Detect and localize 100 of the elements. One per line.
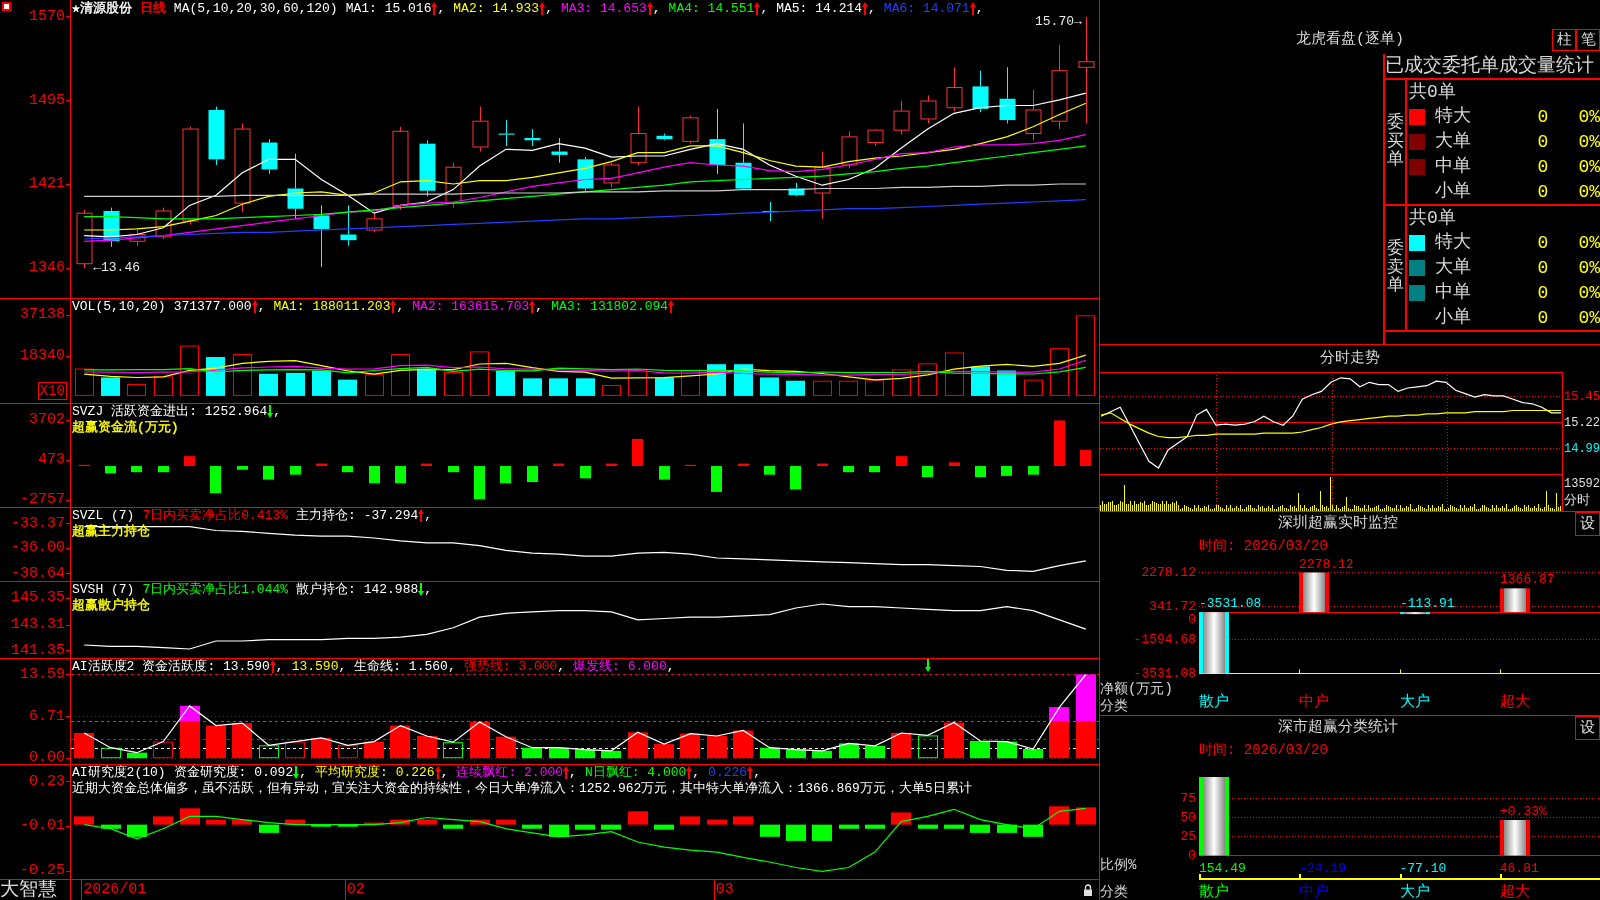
research-bar: [101, 824, 121, 829]
chart-subtitle: 时间: 2026/03/20: [1199, 537, 1328, 554]
candlestick: [155, 207, 172, 240]
activity-bar: [1076, 674, 1096, 722]
legend-text: AI活跃度2: [72, 659, 135, 674]
fund-flow-bar: [369, 466, 380, 484]
view-toggle-button[interactable]: 柱: [1552, 29, 1576, 51]
fund-flow-bar: [896, 456, 907, 467]
candlestick: [366, 212, 383, 233]
separator: ,: [975, 1, 984, 16]
axis-label: -36.00: [11, 541, 65, 556]
research-bar: [601, 824, 621, 830]
net-flow-bar: [1199, 612, 1229, 674]
candlestick: [603, 162, 620, 188]
axis-label: 3702: [29, 413, 65, 428]
fund-flow-bar: [975, 466, 986, 478]
separator: ,: [535, 299, 544, 314]
axis-label: 14.99: [1564, 441, 1600, 456]
axis-label: 50: [1180, 811, 1196, 825]
value-label: -77.10: [1399, 861, 1447, 876]
order-count: 0: [1537, 181, 1549, 202]
order-count: 0: [1537, 106, 1549, 127]
legend-text: MA2: 163615.703: [412, 299, 530, 314]
order-total: 共0单: [1409, 208, 1456, 228]
order-percent: 0%: [1578, 106, 1600, 127]
research-bar: [338, 824, 358, 827]
separator: ,: [652, 1, 661, 16]
order-size-label: 小单: [1435, 180, 1471, 201]
value-label: 2278.12: [1299, 556, 1354, 572]
fund-flow-bar: [1080, 450, 1091, 467]
research-bar: [891, 812, 911, 825]
legend-text: 生命线: 1.560: [354, 659, 448, 674]
legend-text: 爆发线: 6.000: [573, 659, 667, 674]
research-bar: [575, 824, 595, 830]
research-bar: [285, 819, 305, 825]
candlestick: [76, 209, 93, 269]
candlestick: [972, 70, 989, 113]
separator: ,: [447, 659, 456, 674]
category-label: 中户: [1299, 884, 1330, 900]
fund-flow-bar: [790, 466, 801, 490]
legend-text: 资金活跃度: 13.590: [142, 659, 270, 674]
side-label: 委卖单: [1386, 239, 1404, 297]
candlestick: [814, 151, 831, 220]
settings-button[interactable]: 设: [1575, 512, 1600, 536]
axis-label: 473: [38, 453, 65, 468]
table-title: 已成交委托单成交量统计: [1385, 55, 1594, 77]
legend-text: 371377.000: [173, 299, 252, 314]
order-percent: 0%: [1578, 257, 1600, 278]
period-label: 分时: [1564, 493, 1590, 508]
legend-text: 主力持仓: -37.294: [296, 508, 419, 523]
unit-label: X10: [37, 382, 67, 400]
legend-text: SVZJ: [72, 404, 104, 419]
axis-label: 1346: [29, 261, 65, 276]
panel-title: 深市超赢分类统计: [1277, 719, 1398, 737]
view-toggle-button[interactable]: 笔: [1576, 29, 1600, 51]
legend-text: 资金研究度: 0.092: [173, 765, 294, 780]
research-bar: [522, 824, 542, 829]
order-count: 0: [1537, 307, 1549, 328]
separator: ,: [753, 765, 761, 780]
order-size-label: 大单: [1435, 130, 1471, 151]
legend-text: MA5: 14.214: [776, 1, 863, 16]
fund-flow-bar: [711, 466, 722, 492]
axis-label: 75: [1180, 792, 1196, 806]
separator: ,: [299, 765, 308, 780]
legend-text: MA2: 14.933: [453, 1, 540, 16]
candlestick: [340, 204, 357, 247]
legend-text: 超赢资金流(万元): [72, 420, 179, 435]
legend-text: MA1: 15.016: [345, 1, 432, 16]
separator: ,: [569, 765, 577, 780]
settings-button[interactable]: 设: [1575, 716, 1600, 740]
research-bar: [443, 824, 463, 829]
research-bar: [206, 819, 226, 825]
separator: ,: [424, 508, 433, 523]
axis-label: 145.35: [11, 591, 65, 606]
order-size-label: 中单: [1435, 281, 1471, 302]
axis-title: 分类: [1100, 698, 1128, 715]
separator: ,: [666, 659, 675, 674]
fund-flow-bar: [527, 466, 538, 483]
order-count: 0: [1537, 131, 1549, 152]
separator: ,: [760, 1, 769, 16]
axis-label: 37138: [20, 308, 65, 323]
value-label: 154.49: [1199, 861, 1246, 876]
order-size-label: 特大: [1435, 105, 1471, 126]
research-bar: [1023, 824, 1043, 837]
research-bar: [153, 816, 173, 825]
panel-title: 深圳超赢实时监控: [1277, 515, 1398, 533]
candlestick: [208, 106, 225, 166]
fund-flow-bar: [79, 464, 90, 467]
axis-label: 15.45: [1564, 390, 1600, 404]
candlestick: [893, 100, 910, 136]
legend-text: MA(5,10,20,30,60,120): [173, 1, 338, 16]
candlestick: [445, 162, 462, 209]
date-label: 2026/01: [83, 882, 147, 898]
separator: ,: [338, 659, 347, 674]
order-percent: 0%: [1578, 282, 1600, 303]
fund-flow-bar: [131, 466, 142, 473]
annotation-label: +0.33%: [1500, 804, 1547, 819]
fund-flow-bar: [448, 466, 459, 473]
category-label: 超大: [1499, 884, 1530, 900]
fund-flow-bar: [105, 466, 116, 474]
